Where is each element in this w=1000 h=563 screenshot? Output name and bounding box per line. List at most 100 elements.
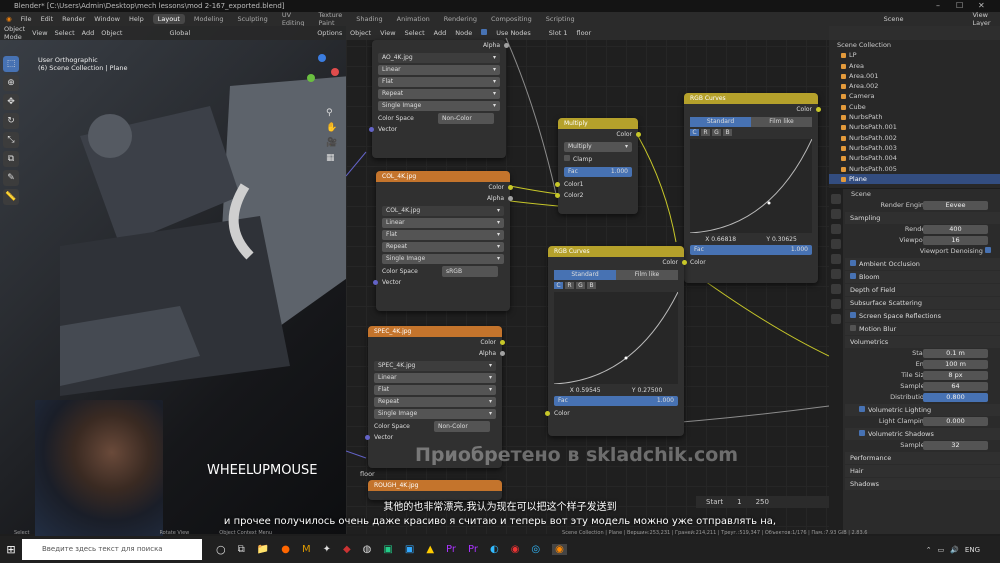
minimize-button[interactable]: – bbox=[936, 0, 940, 12]
volumetric-shadows-section[interactable]: Volumetric Shadows bbox=[845, 428, 1000, 440]
vol-start-field[interactable]: 0.1 m bbox=[923, 349, 988, 358]
ao-image-field[interactable]: AO_4K.jpg bbox=[378, 53, 500, 63]
spec-extension-dropdown[interactable]: Repeat bbox=[374, 397, 496, 407]
col-projection-dropdown[interactable]: Flat bbox=[382, 230, 504, 240]
rotate-tool-icon[interactable]: ↻ bbox=[3, 113, 19, 129]
options-dropdown[interactable]: Options bbox=[317, 29, 342, 37]
sampling-section[interactable]: Sampling bbox=[845, 212, 1000, 224]
ambient-occlusion-section[interactable]: Ambient Occlusion bbox=[845, 258, 1000, 270]
zoom-icon[interactable]: ⚲ bbox=[326, 106, 337, 121]
outliner-item[interactable]: Area.001 bbox=[829, 71, 1000, 81]
viewport-samples-field[interactable]: 16 bbox=[923, 236, 988, 245]
spec-cs-dropdown[interactable]: Non-Color bbox=[434, 421, 490, 432]
material-tab-icon[interactable] bbox=[831, 314, 841, 324]
col-cs-dropdown[interactable]: sRGB bbox=[442, 266, 498, 277]
rgb1-x-value[interactable]: X 0.66818 bbox=[705, 236, 736, 243]
view-layer-tab-icon[interactable] bbox=[831, 239, 841, 249]
grid-icon[interactable]: ▦ bbox=[326, 151, 337, 166]
outliner-item[interactable]: Area bbox=[829, 61, 1000, 71]
windows-start-icon[interactable]: ⊞ bbox=[0, 543, 22, 556]
orientation-dropdown[interactable]: Global bbox=[169, 29, 190, 37]
blend-mode-dropdown[interactable]: Multiply bbox=[564, 142, 632, 152]
rgb2-channel-r[interactable]: R bbox=[565, 282, 574, 289]
spec-vector-input[interactable]: Vector bbox=[365, 432, 502, 443]
performance-section[interactable]: Performance bbox=[845, 452, 1000, 464]
motion-blur-section[interactable]: Motion Blur bbox=[845, 323, 1000, 335]
spec-alpha-output[interactable]: Alpha bbox=[368, 348, 505, 359]
tab-animation[interactable]: Animation bbox=[392, 14, 435, 24]
view-layer-selector[interactable]: View Layer bbox=[972, 11, 991, 27]
select-tool-icon[interactable]: ⬚ bbox=[3, 56, 19, 72]
outliner-item[interactable]: NurbsPath.001 bbox=[829, 122, 1000, 132]
subsurface-scattering-section[interactable]: Subsurface Scattering bbox=[845, 297, 1000, 309]
outliner-item[interactable]: NurbsPath.002 bbox=[829, 133, 1000, 143]
col-image-field[interactable]: COL_4K.jpg bbox=[382, 206, 504, 216]
viewport-menu-add[interactable]: Add bbox=[82, 29, 95, 37]
task-view-icon[interactable]: ⧉ bbox=[238, 544, 245, 555]
spec-projection-dropdown[interactable]: Flat bbox=[374, 385, 496, 395]
viewport-menu-select[interactable]: Select bbox=[55, 29, 75, 37]
shadow-samples-field[interactable]: 32 bbox=[923, 441, 988, 450]
volumetrics-section[interactable]: Volumetrics bbox=[845, 336, 1000, 348]
shadows-section[interactable]: Shadows bbox=[845, 478, 1000, 490]
rgb2-color-input[interactable]: Color bbox=[545, 408, 684, 419]
col-vector-input[interactable]: Vector bbox=[373, 277, 510, 288]
move-tool-icon[interactable]: ✥ bbox=[3, 94, 19, 110]
col-interpolation-dropdown[interactable]: Linear bbox=[382, 218, 504, 228]
hair-section[interactable]: Hair bbox=[845, 465, 1000, 477]
ao-interpolation-dropdown[interactable]: Linear bbox=[378, 65, 500, 75]
modifier-tab-icon[interactable] bbox=[831, 299, 841, 309]
tool-tab-icon[interactable] bbox=[831, 194, 841, 204]
outliner-item[interactable]: LP bbox=[829, 50, 1000, 60]
spec-interpolation-dropdown[interactable]: Linear bbox=[374, 373, 496, 383]
rgb1-curve-graph[interactable] bbox=[689, 138, 813, 234]
viewport-menu-view[interactable]: View bbox=[32, 29, 47, 37]
ssr-section[interactable]: Screen Space Reflections bbox=[845, 310, 1000, 322]
app-m-icon[interactable]: M bbox=[302, 544, 311, 555]
annotate-tool-icon[interactable]: ✎ bbox=[3, 170, 19, 186]
ao-image-node[interactable]: Alpha AO_4K.jpg Linear Flat Repeat Singl… bbox=[369, 40, 509, 158]
volume-icon[interactable]: 🔊 bbox=[950, 546, 959, 554]
rgb2-channel-b[interactable]: B bbox=[587, 282, 596, 289]
rgb2-filmlike-tab[interactable]: Film like bbox=[616, 270, 678, 280]
col-extension-dropdown[interactable]: Repeat bbox=[382, 242, 504, 252]
ao-extension-dropdown[interactable]: Repeat bbox=[378, 89, 500, 99]
tile-size-dropdown[interactable]: 8 px bbox=[923, 371, 988, 380]
vol-samples-field[interactable]: 64 bbox=[923, 382, 988, 391]
pan-hand-icon[interactable]: ✋ bbox=[326, 121, 337, 136]
taskbar-search-box[interactable]: Введите здесь текст для поиска bbox=[22, 539, 202, 560]
tab-rendering[interactable]: Rendering bbox=[439, 14, 482, 24]
volumetric-lighting-section[interactable]: Volumetric Lighting bbox=[845, 404, 1000, 416]
rgb1-y-value[interactable]: Y 0.30625 bbox=[766, 236, 796, 243]
ao-source-dropdown[interactable]: Single Image bbox=[378, 101, 500, 111]
render-engine-dropdown[interactable]: Eevee bbox=[923, 201, 988, 210]
output-tab-icon[interactable] bbox=[831, 224, 841, 234]
premiere-icon[interactable]: Pr bbox=[446, 544, 456, 555]
rgb1-filmlike-tab[interactable]: Film like bbox=[751, 117, 812, 127]
ao-projection-dropdown[interactable]: Flat bbox=[378, 77, 500, 87]
app-red-icon[interactable]: ◆ bbox=[343, 544, 351, 555]
col-image-node[interactable]: COL_4K.jpg Color Alpha COL_4K.jpg Linear… bbox=[373, 171, 513, 311]
premiere2-icon[interactable]: Pr bbox=[468, 544, 478, 555]
navigation-gizmo[interactable] bbox=[305, 54, 339, 88]
outliner-item[interactable]: NurbsPath bbox=[829, 112, 1000, 122]
scene-selector[interactable]: Scene bbox=[884, 15, 904, 23]
bloom-section[interactable]: Bloom bbox=[845, 271, 1000, 283]
ao-alpha-output[interactable]: Alpha bbox=[372, 40, 509, 51]
object-tab-icon[interactable] bbox=[831, 284, 841, 294]
menu-render[interactable]: Render bbox=[62, 15, 85, 23]
vol-end-field[interactable]: 100 m bbox=[923, 360, 988, 369]
rgb2-standard-tab[interactable]: Standard bbox=[554, 270, 616, 280]
object-mode-dropdown[interactable]: Object Mode bbox=[4, 26, 25, 41]
world-tab-icon[interactable] bbox=[831, 269, 841, 279]
app-red2-icon[interactable]: ◉ bbox=[511, 544, 520, 555]
outliner-item[interactable]: NurbsPath.003 bbox=[829, 143, 1000, 153]
render-tab-icon[interactable] bbox=[831, 209, 841, 219]
rgb1-channel-r[interactable]: R bbox=[701, 129, 710, 136]
camera-view-icon[interactable]: 🎥 bbox=[326, 136, 337, 151]
tab-layout[interactable]: Layout bbox=[152, 14, 185, 24]
col-source-dropdown[interactable]: Single Image bbox=[382, 254, 504, 264]
clamp-checkbox[interactable]: Clamp bbox=[558, 154, 638, 165]
app-cyan-icon[interactable]: ◎ bbox=[531, 544, 540, 555]
rgb1-color-output[interactable]: Color bbox=[684, 104, 821, 115]
